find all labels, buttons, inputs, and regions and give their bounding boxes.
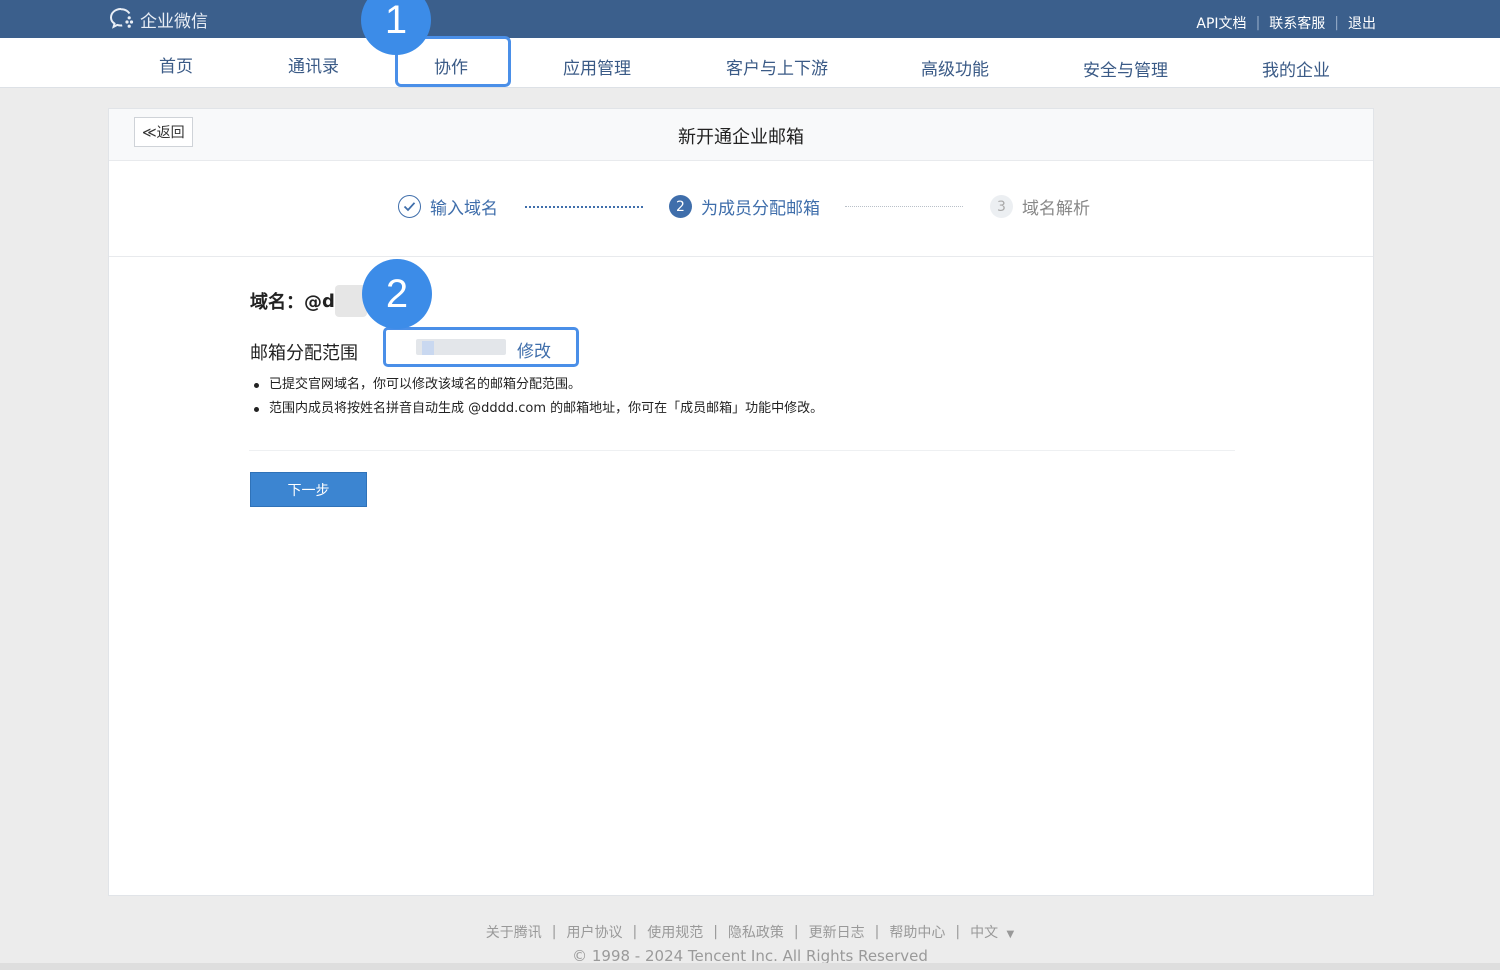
scope-field[interactable]: 修改 bbox=[383, 327, 579, 367]
next-step-button[interactable]: 下一步 bbox=[250, 472, 367, 507]
separator: | bbox=[874, 924, 880, 940]
api-docs-link[interactable]: API文档 bbox=[1196, 13, 1246, 33]
progress-steps: 输入域名 2 为成员分配邮箱 3 域名解析 bbox=[109, 161, 1373, 257]
nav-security-management[interactable]: 安全与管理 bbox=[1083, 56, 1168, 81]
separator: | bbox=[632, 924, 638, 940]
step-badge: 2 bbox=[362, 259, 432, 329]
nav-contacts[interactable]: 通讯录 bbox=[288, 52, 339, 77]
footer-terms-link[interactable]: 用户协议 bbox=[566, 922, 622, 942]
separator: | bbox=[1255, 15, 1261, 31]
caret-down-icon: ▼ bbox=[1006, 929, 1015, 940]
separator: | bbox=[955, 924, 961, 940]
nav-home[interactable]: 首页 bbox=[159, 52, 193, 77]
wecom-logo-icon bbox=[110, 8, 134, 29]
nav-customers-partners[interactable]: 客户与上下游 bbox=[726, 54, 828, 79]
check-icon bbox=[398, 195, 421, 218]
step-label: 输入域名 bbox=[430, 199, 498, 219]
language-label: 中文 bbox=[970, 925, 999, 941]
separator: | bbox=[1334, 15, 1339, 31]
footer-changelog-link[interactable]: 更新日志 bbox=[809, 922, 865, 942]
step-connector bbox=[845, 206, 963, 207]
top-bar: 企业微信 API文档 | 联系客服 | 退出 bbox=[0, 0, 1500, 43]
main-nav: 首页 通讯录 协作 应用管理 客户与上下游 高级功能 安全与管理 我的企业 bbox=[0, 38, 1500, 88]
separator: | bbox=[793, 924, 799, 940]
language-selector[interactable]: 中文 ▼ bbox=[970, 922, 1014, 942]
step-connector bbox=[525, 206, 643, 208]
note-item: 已提交官网域名，你可以修改该域名的邮箱分配范围。 bbox=[252, 373, 823, 397]
step-enter-domain: 输入域名 bbox=[398, 194, 498, 219]
page-title: 新开通企业邮箱 bbox=[678, 127, 804, 148]
top-links: API文档 | 联系客服 | 退出 bbox=[1196, 13, 1376, 33]
scope-label: 邮箱分配范围 bbox=[250, 343, 358, 364]
domain-value: d bbox=[322, 290, 335, 312]
main-card: ≪返回 新开通企业邮箱 输入域名 2 为成员分配邮箱 3 域名解析 域名：@ d… bbox=[108, 108, 1374, 896]
step-assign-mailbox: 2 为成员分配邮箱 bbox=[669, 194, 820, 219]
domain-row: 域名：@ d bbox=[250, 285, 367, 317]
nav-app-management[interactable]: 应用管理 bbox=[563, 54, 631, 79]
redacted-scope-value bbox=[416, 339, 506, 355]
bottom-strip bbox=[0, 963, 1500, 970]
step-label: 为成员分配邮箱 bbox=[701, 199, 820, 219]
edit-scope-link[interactable]: 修改 bbox=[517, 337, 551, 362]
footer-links: 关于腾讯 | 用户协议 | 使用规范 | 隐私政策 | 更新日志 | 帮助中心 … bbox=[0, 922, 1500, 942]
notes-list: 已提交官网域名，你可以修改该域名的邮箱分配范围。 范围内成员将按姓名拼音自动生成… bbox=[252, 373, 823, 421]
footer: 关于腾讯 | 用户协议 | 使用规范 | 隐私政策 | 更新日志 | 帮助中心 … bbox=[0, 922, 1500, 965]
separator: | bbox=[713, 924, 718, 940]
nav-my-enterprise[interactable]: 我的企业 bbox=[1262, 56, 1330, 81]
logo-text: 企业微信 bbox=[140, 11, 208, 32]
contact-support-link[interactable]: 联系客服 bbox=[1269, 13, 1325, 33]
domain-label: 域名：@ bbox=[250, 292, 322, 313]
footer-usage-rules-link[interactable]: 使用规范 bbox=[647, 922, 703, 942]
card-header: ≪返回 新开通企业邮箱 bbox=[109, 109, 1373, 161]
footer-help-link[interactable]: 帮助中心 bbox=[889, 922, 945, 942]
logout-link[interactable]: 退出 bbox=[1348, 13, 1376, 33]
step-label: 域名解析 bbox=[1022, 199, 1090, 219]
nav-advanced-features[interactable]: 高级功能 bbox=[921, 55, 989, 80]
step-dns-resolution: 3 域名解析 bbox=[990, 194, 1090, 219]
footer-about-link[interactable]: 关于腾讯 bbox=[486, 922, 542, 942]
note-item: 范围内成员将按姓名拼音自动生成 @dddd.com 的邮箱地址，你可在「成员邮箱… bbox=[252, 397, 823, 421]
divider bbox=[249, 450, 1235, 451]
step-number: 2 bbox=[669, 195, 692, 218]
step-number: 3 bbox=[990, 195, 1013, 218]
separator: | bbox=[551, 924, 557, 940]
footer-privacy-link[interactable]: 隐私政策 bbox=[728, 922, 784, 942]
logo[interactable]: 企业微信 bbox=[110, 6, 208, 32]
scope-row: 邮箱分配范围 修改 bbox=[250, 327, 579, 367]
